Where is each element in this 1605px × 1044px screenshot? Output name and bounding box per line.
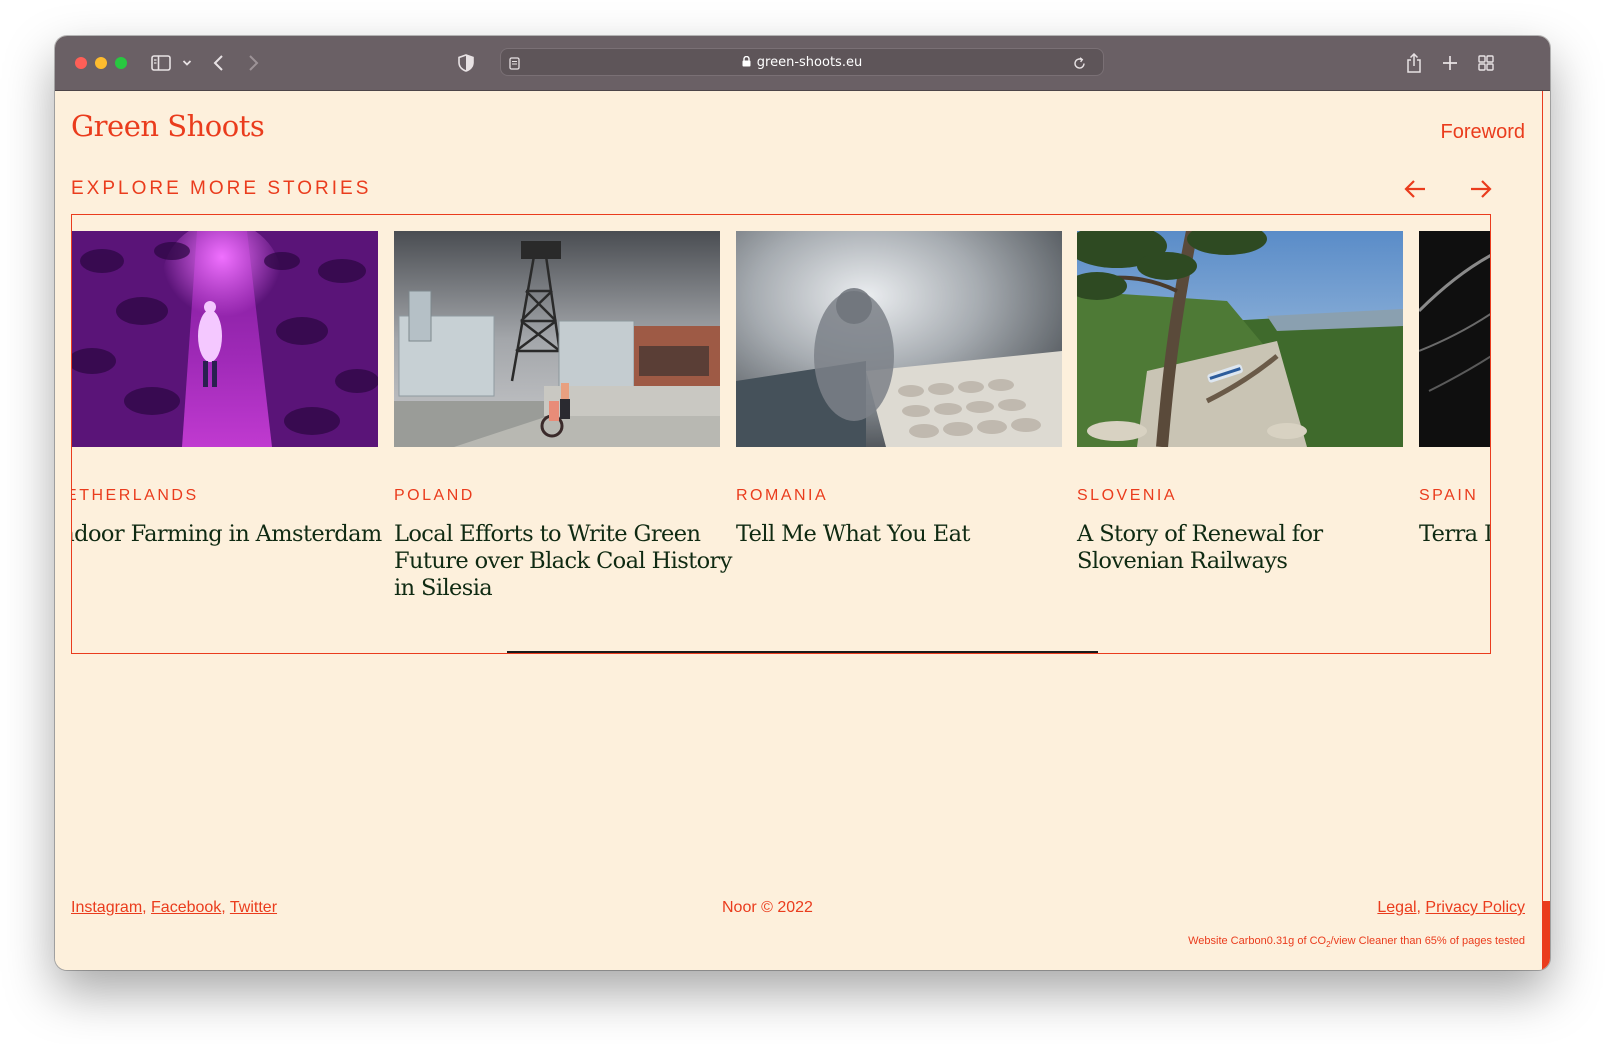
back-icon[interactable]: [211, 50, 227, 76]
story-country: POLAND: [394, 487, 475, 504]
lock-icon: [742, 55, 751, 71]
close-window-button[interactable]: [75, 57, 87, 69]
chevron-down-icon[interactable]: [180, 50, 194, 76]
carousel-scrollbar[interactable]: [507, 651, 1098, 653]
share-icon[interactable]: [1405, 50, 1423, 76]
foreword-link[interactable]: Foreword: [1441, 121, 1525, 144]
forward-icon[interactable]: [245, 50, 261, 76]
story-country: SPAIN: [1419, 487, 1479, 504]
browser-window: green-shoots.eu Green Shoots Foreword EX…: [55, 36, 1550, 970]
page-scrollbar-thumb[interactable]: [1542, 901, 1550, 970]
arrow-left-icon: [1404, 180, 1425, 198]
zoom-window-button[interactable]: [115, 57, 127, 69]
reload-icon[interactable]: [1071, 50, 1087, 76]
story-image[interactable]: [72, 231, 378, 447]
sidebar-icon[interactable]: [150, 50, 172, 76]
carousel-next-button[interactable]: [1467, 177, 1493, 201]
carousel-prev-button[interactable]: [1403, 177, 1429, 201]
instagram-link[interactable]: Instagram: [71, 899, 142, 916]
shield-icon[interactable]: [457, 50, 475, 76]
website-carbon-badge[interactable]: Website Carbon0.31g of CO2/view Cleaner …: [1188, 935, 1525, 949]
story-image[interactable]: [736, 231, 1062, 447]
page-scroll-track: [1542, 91, 1543, 970]
story-country: NETHERLANDS: [72, 487, 199, 504]
legal-links: Legal, Privacy Policy: [1377, 899, 1525, 916]
story-card-spain[interactable]: SPAIN Terra L: [1419, 231, 1490, 547]
story-title[interactable]: A Story of Renewal for Slovenian Railway…: [1077, 521, 1417, 575]
arrow-right-icon: [1471, 180, 1492, 198]
twitter-link[interactable]: Twitter: [230, 899, 277, 916]
story-title[interactable]: Indoor Farming in Amsterdam: [72, 521, 392, 548]
url-display: green-shoots.eu: [501, 55, 1103, 71]
story-image[interactable]: [1419, 231, 1490, 447]
story-title[interactable]: Tell Me What You Eat: [736, 521, 1076, 548]
story-card-romania[interactable]: ROMANIA Tell Me What You Eat: [736, 231, 1062, 547]
site-logo[interactable]: Green Shoots: [71, 109, 265, 143]
story-image[interactable]: [394, 231, 720, 447]
story-title[interactable]: Local Efforts to Write Green Future over…: [394, 521, 734, 602]
story-image[interactable]: [1077, 231, 1403, 447]
story-country: SLOVENIA: [1077, 487, 1178, 504]
story-title[interactable]: Terra L: [1419, 521, 1490, 548]
url-text: green-shoots.eu: [756, 55, 863, 70]
facebook-link[interactable]: Facebook: [151, 899, 221, 916]
privacy-policy-link[interactable]: Privacy Policy: [1425, 899, 1525, 916]
social-links: Instagram, Facebook, Twitter: [71, 899, 278, 916]
plus-icon[interactable]: [1441, 50, 1459, 76]
story-card-slovenia[interactable]: SLOVENIA A Story of Renewal for Slovenia…: [1077, 231, 1403, 574]
stories-carousel[interactable]: NETHERLANDS Indoor Farming in Amsterdam: [71, 214, 1491, 654]
legal-link[interactable]: Legal: [1377, 899, 1416, 916]
story-country: ROMANIA: [736, 487, 829, 504]
page-content: Green Shoots Foreword EXPLORE MORE STORI…: [55, 91, 1550, 970]
minimize-window-button[interactable]: [95, 57, 107, 69]
story-card-netherlands[interactable]: NETHERLANDS Indoor Farming in Amsterdam: [72, 231, 382, 547]
browser-toolbar: green-shoots.eu: [55, 36, 1550, 91]
story-card-poland[interactable]: POLAND Local Efforts to Write Green Futu…: [394, 231, 732, 601]
copyright: Noor © 2022: [722, 899, 813, 916]
section-title: EXPLORE MORE STORIES: [71, 178, 372, 199]
address-bar[interactable]: green-shoots.eu: [500, 48, 1104, 76]
tab-overview-icon[interactable]: [1477, 50, 1495, 76]
